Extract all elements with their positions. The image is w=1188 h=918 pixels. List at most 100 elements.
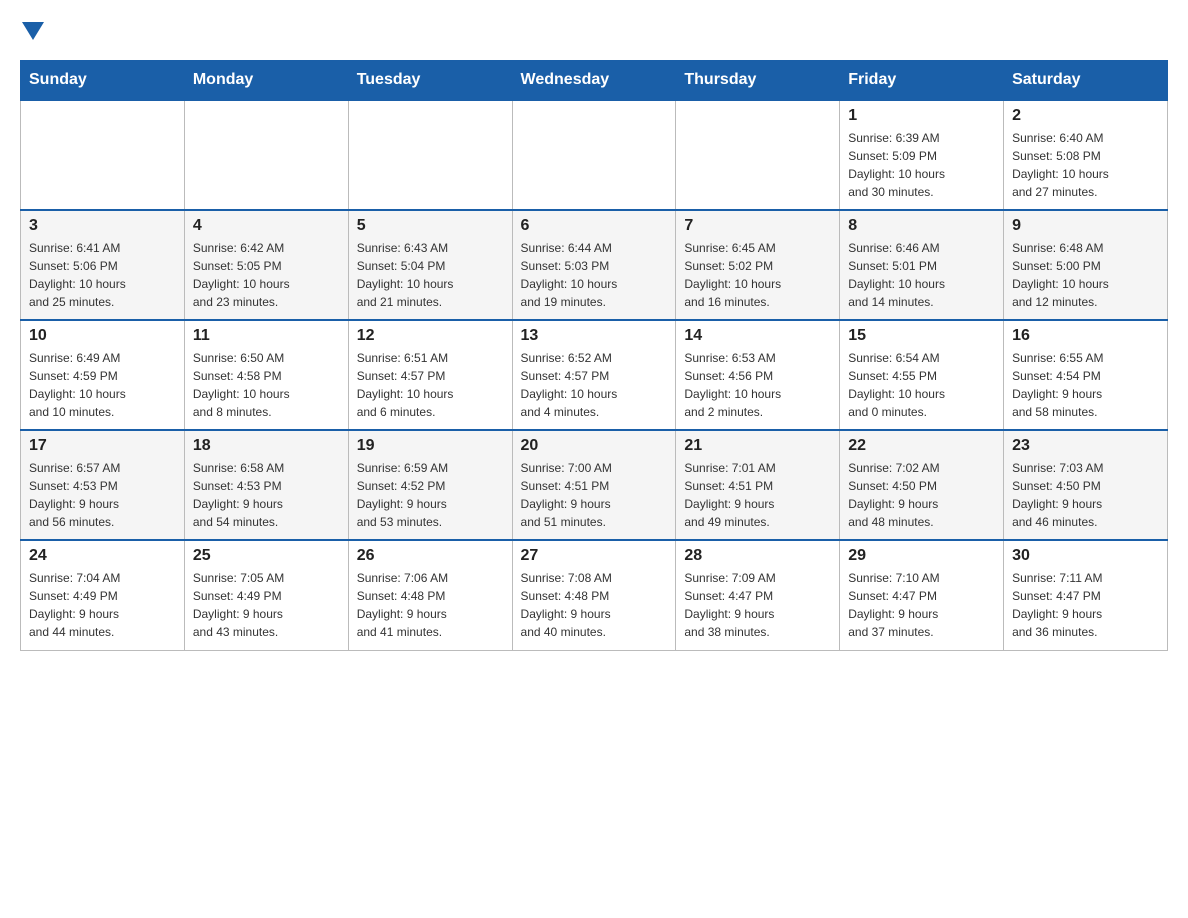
day-number: 13 (521, 327, 668, 345)
day-number: 7 (684, 217, 831, 235)
logo-triangle-icon (22, 22, 44, 40)
calendar-cell: 25 Sunrise: 7:05 AM Sunset: 4:49 PM Dayli… (184, 540, 348, 650)
day-info: Sunrise: 6:50 AM Sunset: 4:58 PM Dayligh… (193, 349, 340, 421)
calendar-cell: 11 Sunrise: 6:50 AM Sunset: 4:58 PM Dayli… (184, 320, 348, 430)
calendar-cell: 26 Sunrise: 7:06 AM Sunset: 4:48 PM Dayli… (348, 540, 512, 650)
day-number: 25 (193, 547, 340, 565)
day-info: Sunrise: 7:08 AM Sunset: 4:48 PM Dayligh… (521, 569, 668, 641)
calendar-cell: 9 Sunrise: 6:48 AM Sunset: 5:00 PM Daylig… (1004, 210, 1168, 320)
calendar-cell: 30 Sunrise: 7:11 AM Sunset: 4:47 PM Dayli… (1004, 540, 1168, 650)
day-number: 26 (357, 547, 504, 565)
calendar-cell: 23 Sunrise: 7:03 AM Sunset: 4:50 PM Dayli… (1004, 430, 1168, 540)
calendar-cell: 21 Sunrise: 7:01 AM Sunset: 4:51 PM Dayli… (676, 430, 840, 540)
day-info: Sunrise: 6:49 AM Sunset: 4:59 PM Dayligh… (29, 349, 176, 421)
calendar-cell (676, 100, 840, 210)
day-info: Sunrise: 6:54 AM Sunset: 4:55 PM Dayligh… (848, 349, 995, 421)
day-number: 19 (357, 437, 504, 455)
calendar-cell: 19 Sunrise: 6:59 AM Sunset: 4:52 PM Dayli… (348, 430, 512, 540)
calendar-week-row: 17Sunrise: 6:57 AM Sunset: 4:53 PM Dayli… (21, 430, 1168, 540)
calendar-table: SundayMondayTuesdayWednesdayThursdayFrid… (20, 60, 1168, 651)
day-number: 30 (1012, 547, 1159, 565)
calendar-cell: 4Sunrise: 6:42 AM Sunset: 5:05 PM Daylig… (184, 210, 348, 320)
day-info: Sunrise: 7:00 AM Sunset: 4:51 PM Dayligh… (521, 459, 668, 531)
day-info: Sunrise: 7:11 AM Sunset: 4:47 PM Dayligh… (1012, 569, 1159, 641)
day-info: Sunrise: 6:53 AM Sunset: 4:56 PM Dayligh… (684, 349, 831, 421)
day-number: 5 (357, 217, 504, 235)
day-info: Sunrise: 7:02 AM Sunset: 4:50 PM Dayligh… (848, 459, 995, 531)
day-number: 14 (684, 327, 831, 345)
day-info: Sunrise: 6:40 AM Sunset: 5:08 PM Dayligh… (1012, 129, 1159, 201)
calendar-cell: 6 Sunrise: 6:44 AM Sunset: 5:03 PM Daylig… (512, 210, 676, 320)
day-info: Sunrise: 6:41 AM Sunset: 5:06 PM Dayligh… (29, 239, 176, 311)
calendar-cell: 15 Sunrise: 6:54 AM Sunset: 4:55 PM Dayli… (840, 320, 1004, 430)
weekday-header-thursday: Thursday (676, 61, 840, 101)
day-info: Sunrise: 7:05 AM Sunset: 4:49 PM Dayligh… (193, 569, 340, 641)
day-number: 21 (684, 437, 831, 455)
day-number: 12 (357, 327, 504, 345)
day-info: Sunrise: 7:03 AM Sunset: 4:50 PM Dayligh… (1012, 459, 1159, 531)
calendar-cell: 17Sunrise: 6:57 AM Sunset: 4:53 PM Dayli… (21, 430, 185, 540)
weekday-header-monday: Monday (184, 61, 348, 101)
weekday-header-sunday: Sunday (21, 61, 185, 101)
calendar-week-row: 10 Sunrise: 6:49 AM Sunset: 4:59 PM Dayli… (21, 320, 1168, 430)
calendar-cell: 13 Sunrise: 6:52 AM Sunset: 4:57 PM Dayli… (512, 320, 676, 430)
calendar-cell: 5 Sunrise: 6:43 AM Sunset: 5:04 PM Daylig… (348, 210, 512, 320)
day-number: 3 (29, 217, 176, 235)
day-info: Sunrise: 6:52 AM Sunset: 4:57 PM Dayligh… (521, 349, 668, 421)
calendar-cell: 12Sunrise: 6:51 AM Sunset: 4:57 PM Dayli… (348, 320, 512, 430)
calendar-week-row: 1 Sunrise: 6:39 AM Sunset: 5:09 PM Daylig… (21, 100, 1168, 210)
day-number: 24 (29, 547, 176, 565)
day-info: Sunrise: 7:01 AM Sunset: 4:51 PM Dayligh… (684, 459, 831, 531)
day-info: Sunrise: 6:59 AM Sunset: 4:52 PM Dayligh… (357, 459, 504, 531)
calendar-cell: 29 Sunrise: 7:10 AM Sunset: 4:47 PM Dayli… (840, 540, 1004, 650)
calendar-cell (184, 100, 348, 210)
calendar-cell (512, 100, 676, 210)
day-info: Sunrise: 6:55 AM Sunset: 4:54 PM Dayligh… (1012, 349, 1159, 421)
calendar-cell: 10 Sunrise: 6:49 AM Sunset: 4:59 PM Dayli… (21, 320, 185, 430)
calendar-cell (21, 100, 185, 210)
weekday-header-friday: Friday (840, 61, 1004, 101)
calendar-cell: 27 Sunrise: 7:08 AM Sunset: 4:48 PM Dayli… (512, 540, 676, 650)
weekday-header-tuesday: Tuesday (348, 61, 512, 101)
calendar-cell: 20 Sunrise: 7:00 AM Sunset: 4:51 PM Dayli… (512, 430, 676, 540)
day-number: 29 (848, 547, 995, 565)
day-number: 15 (848, 327, 995, 345)
calendar-cell: 28 Sunrise: 7:09 AM Sunset: 4:47 PM Dayli… (676, 540, 840, 650)
day-info: Sunrise: 6:39 AM Sunset: 5:09 PM Dayligh… (848, 129, 995, 201)
weekday-header-saturday: Saturday (1004, 61, 1168, 101)
day-info: Sunrise: 6:44 AM Sunset: 5:03 PM Dayligh… (521, 239, 668, 311)
day-number: 27 (521, 547, 668, 565)
day-number: 1 (848, 107, 995, 125)
day-info: Sunrise: 6:43 AM Sunset: 5:04 PM Dayligh… (357, 239, 504, 311)
day-info: Sunrise: 6:48 AM Sunset: 5:00 PM Dayligh… (1012, 239, 1159, 311)
calendar-cell: 18 Sunrise: 6:58 AM Sunset: 4:53 PM Dayli… (184, 430, 348, 540)
day-number: 8 (848, 217, 995, 235)
day-number: 22 (848, 437, 995, 455)
calendar-cell: 7 Sunrise: 6:45 AM Sunset: 5:02 PM Daylig… (676, 210, 840, 320)
calendar-cell (348, 100, 512, 210)
day-info: Sunrise: 7:06 AM Sunset: 4:48 PM Dayligh… (357, 569, 504, 641)
page-header (20, 20, 1168, 40)
calendar-cell: 22 Sunrise: 7:02 AM Sunset: 4:50 PM Dayli… (840, 430, 1004, 540)
day-number: 6 (521, 217, 668, 235)
day-number: 20 (521, 437, 668, 455)
day-info: Sunrise: 6:42 AM Sunset: 5:05 PM Dayligh… (193, 239, 340, 311)
logo (20, 20, 44, 40)
day-number: 9 (1012, 217, 1159, 235)
calendar-cell: 8 Sunrise: 6:46 AM Sunset: 5:01 PM Daylig… (840, 210, 1004, 320)
day-info: Sunrise: 6:58 AM Sunset: 4:53 PM Dayligh… (193, 459, 340, 531)
day-number: 2 (1012, 107, 1159, 125)
day-number: 18 (193, 437, 340, 455)
day-info: Sunrise: 7:10 AM Sunset: 4:47 PM Dayligh… (848, 569, 995, 641)
day-info: Sunrise: 6:45 AM Sunset: 5:02 PM Dayligh… (684, 239, 831, 311)
day-info: Sunrise: 6:46 AM Sunset: 5:01 PM Dayligh… (848, 239, 995, 311)
day-number: 11 (193, 327, 340, 345)
day-number: 28 (684, 547, 831, 565)
day-number: 16 (1012, 327, 1159, 345)
calendar-cell: 16 Sunrise: 6:55 AM Sunset: 4:54 PM Dayli… (1004, 320, 1168, 430)
calendar-cell: 3 Sunrise: 6:41 AM Sunset: 5:06 PM Daylig… (21, 210, 185, 320)
calendar-cell: 2 Sunrise: 6:40 AM Sunset: 5:08 PM Daylig… (1004, 100, 1168, 210)
day-number: 23 (1012, 437, 1159, 455)
day-info: Sunrise: 7:09 AM Sunset: 4:47 PM Dayligh… (684, 569, 831, 641)
day-number: 10 (29, 327, 176, 345)
